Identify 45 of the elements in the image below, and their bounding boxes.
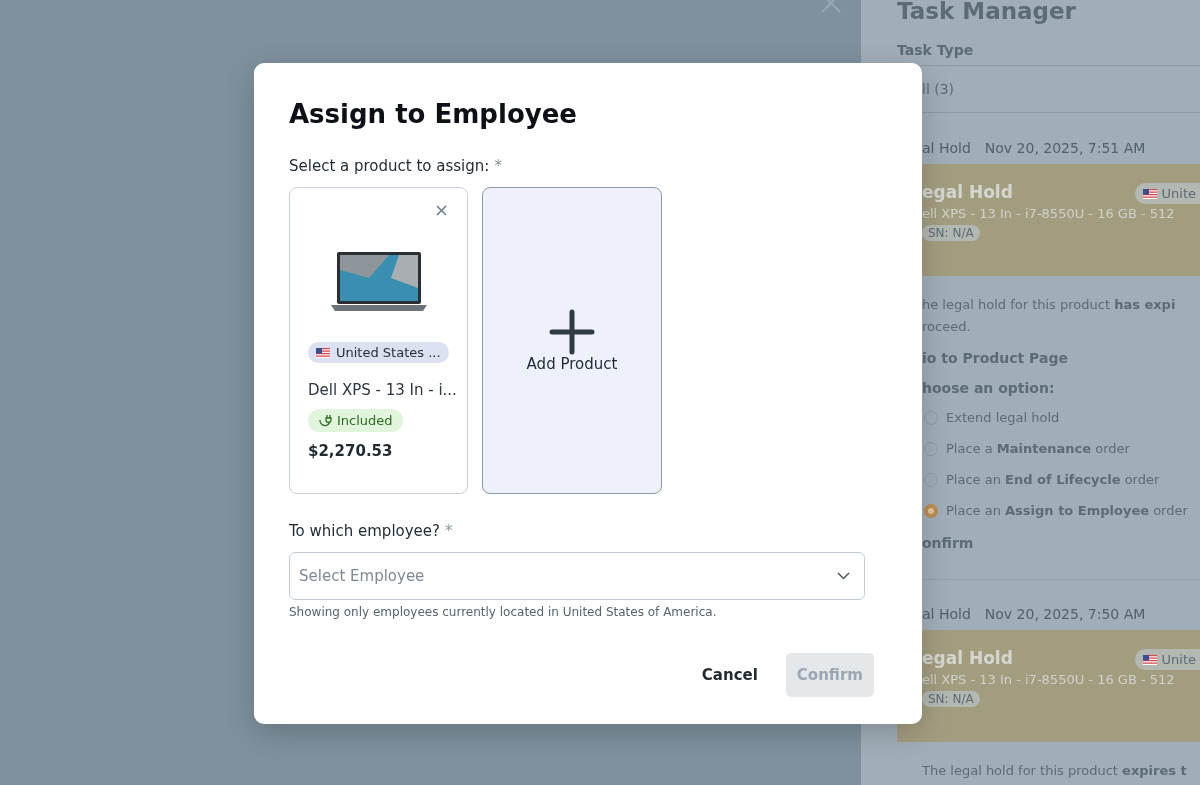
product-label: Select a product to assign: [289,157,490,175]
task-description: The legal hold for this product expires t [922,762,1187,780]
product-name: Dell XPS - 13 In - i... [308,381,457,399]
flag-icon [1142,188,1157,199]
product-page-link[interactable]: io to Product Page [922,350,1068,366]
country-tag: United States ... [308,342,449,363]
confirm-link[interactable]: onfirm [922,535,974,551]
option-label: Place an Assign to Employee order [946,501,1188,520]
task-date: Nov 20, 2025, 7:50 AM [984,606,1146,622]
status-tag: Included [308,409,403,432]
options-label: hoose an option: [922,380,1055,396]
task-description: he legal hold for this product has expi [922,296,1176,314]
flag-icon [1142,654,1157,665]
employee-hint: Showing only employees currently located in United States of America. [289,605,717,619]
employee-select[interactable]: Select Employee [289,552,865,600]
option-label: Place an End of Lifecycle order [946,470,1160,489]
card-title: egal Hold [922,182,1013,202]
card-title: egal Hold [922,648,1013,668]
task-date: Nov 20, 2025, 7:51 AM [984,140,1146,156]
radio-button[interactable] [924,503,938,518]
plus-icon [549,308,595,355]
task-type: al Hold [922,606,971,622]
add-product-button[interactable]: Add Product [482,187,662,494]
option-label: Place a Maintenance order [946,439,1130,458]
product-name: ell XPS - 13 In - i7-8550U - 16 GB - 512 [922,672,1176,687]
required-mark: * [445,522,453,540]
flag-icon [316,347,330,358]
option-label: Extend legal hold [946,408,1060,427]
serial-number: SN: N/A [922,691,980,707]
product-price: $2,270.53 [308,442,393,460]
plug-icon [318,413,332,428]
employee-label: To which employee? [289,522,441,540]
filter-label: Task Type [897,42,974,58]
chevron-down-icon [837,572,850,580]
country-tag: Unite [1134,649,1200,670]
product-name: ell XPS - 13 In - i7-8550U - 16 GB - 512 [922,206,1176,221]
close-icon[interactable] [436,205,447,216]
panel-title: Task Manager [897,0,1076,24]
country-tag: Unite [1134,183,1200,204]
task-description: roceed. [922,318,971,336]
serial-number: SN: N/A [922,225,980,241]
dialog-title: Assign to Employee [289,99,577,129]
task-type: al Hold [922,140,971,156]
cancel-button[interactable]: Cancel [683,653,776,697]
required-mark: * [494,157,502,175]
